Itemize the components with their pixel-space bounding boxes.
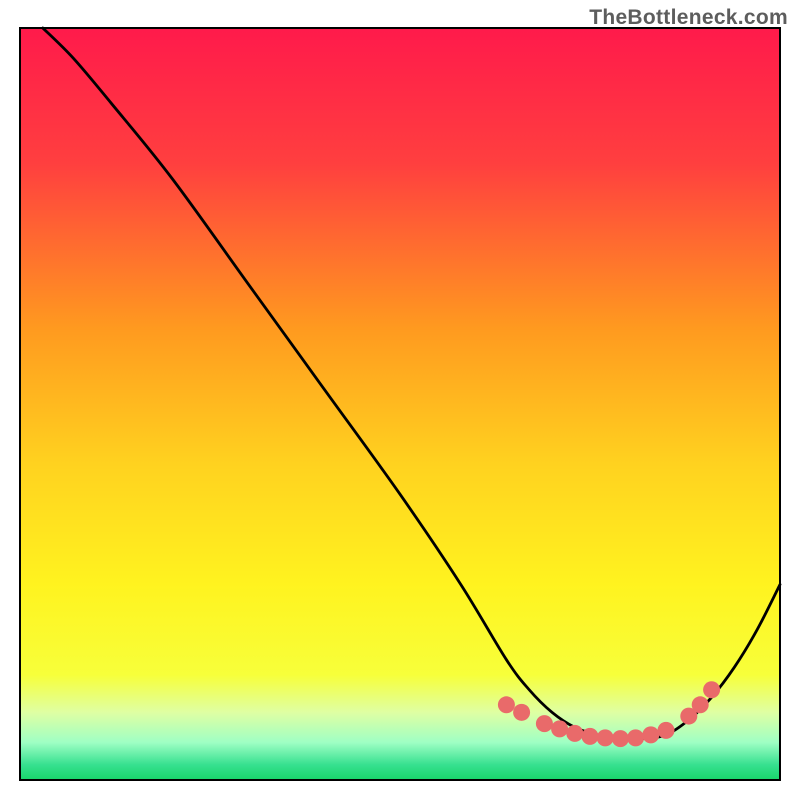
chart-stage: TheBottleneck.com	[0, 0, 800, 800]
marker-dot	[692, 696, 709, 713]
marker-dot	[703, 681, 720, 698]
marker-dot	[551, 720, 568, 737]
marker-dot	[627, 729, 644, 746]
marker-dot	[612, 730, 629, 747]
gradient-background	[20, 28, 780, 780]
bottleneck-chart	[0, 0, 800, 800]
marker-dot	[658, 722, 675, 739]
marker-dot	[536, 715, 553, 732]
marker-dot	[642, 726, 659, 743]
marker-dot	[566, 725, 583, 742]
marker-dot	[582, 728, 599, 745]
marker-dot	[597, 729, 614, 746]
marker-dot	[498, 696, 515, 713]
marker-dot	[513, 704, 530, 721]
watermark-label: TheBottleneck.com	[589, 6, 788, 30]
